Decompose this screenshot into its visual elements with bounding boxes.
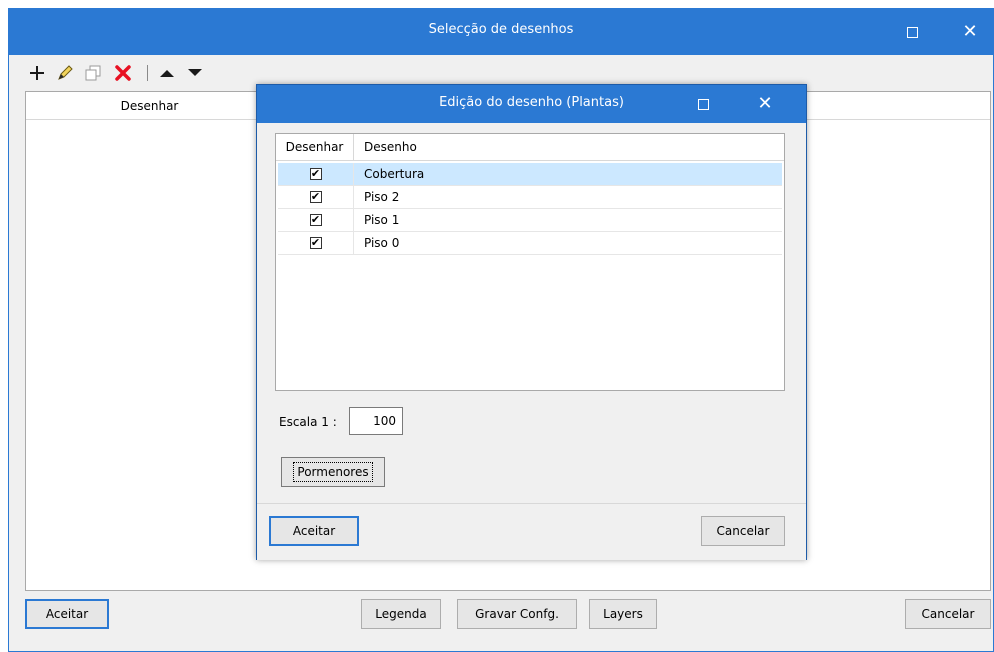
- dialog-accept-button[interactable]: Aceitar: [269, 516, 359, 546]
- dialog-close-button[interactable]: ✕: [745, 85, 785, 123]
- maximize-icon: [906, 26, 918, 38]
- draw-checkbox-cell: ✔: [278, 186, 354, 208]
- drawing-name: Piso 2: [364, 190, 400, 204]
- bottom-button-bar: Aceitar Legenda Gravar Confg. Layers Can…: [9, 599, 993, 649]
- copy-icon: [85, 65, 101, 81]
- column-header-drawing[interactable]: Desenho: [364, 134, 417, 161]
- draw-checkbox-cell: ✔: [278, 232, 354, 254]
- grid-row[interactable]: ✔ Piso 1: [278, 209, 782, 232]
- edit-drawing-dialog: Edição do desenho (Plantas) ✕ Desenhar D…: [256, 84, 807, 560]
- main-window-title: Selecção de desenhos: [428, 22, 574, 37]
- dialog-title: Edição do desenho (Plantas): [439, 95, 624, 110]
- move-down-icon: [188, 69, 202, 76]
- draw-checkbox[interactable]: ✔: [309, 191, 322, 203]
- column-header-draw[interactable]: Desenhar: [276, 134, 354, 161]
- toolbar-separator: [147, 65, 148, 81]
- draw-checkbox[interactable]: ✔: [309, 214, 322, 226]
- close-icon: ✕: [757, 93, 773, 114]
- edit-pencil-icon: [58, 65, 73, 80]
- add-icon: [30, 66, 44, 80]
- scale-input[interactable]: 100: [349, 407, 403, 435]
- close-button[interactable]: ✕: [947, 9, 993, 55]
- main-titlebar: Selecção de desenhos ✕: [9, 9, 993, 55]
- dialog-titlebar: Edição do desenho (Plantas) ✕: [257, 85, 806, 123]
- cancel-button[interactable]: Cancelar: [905, 599, 991, 629]
- save-config-button[interactable]: Gravar Confg.: [457, 599, 577, 629]
- edit-button[interactable]: [55, 63, 75, 83]
- delete-button[interactable]: [113, 63, 133, 83]
- dialog-cancel-button[interactable]: Cancelar: [701, 516, 785, 546]
- drawing-name: Piso 1: [364, 213, 400, 227]
- close-icon: ✕: [962, 21, 978, 42]
- details-button[interactable]: Pormenores: [281, 457, 385, 487]
- move-up-button[interactable]: [157, 63, 177, 83]
- details-button-label: Pormenores: [293, 462, 373, 482]
- grid-header: Desenhar Desenho: [276, 134, 784, 161]
- maximize-button[interactable]: [889, 9, 935, 55]
- layers-button[interactable]: Layers: [589, 599, 657, 629]
- drawing-name: Piso 0: [364, 236, 400, 250]
- maximize-icon: [697, 98, 709, 110]
- move-up-icon: [160, 70, 174, 77]
- add-button[interactable]: [27, 63, 47, 83]
- scale-label: Escala 1 :: [279, 415, 337, 429]
- column-header-draw[interactable]: Desenhar: [26, 92, 274, 120]
- move-down-button[interactable]: [185, 63, 205, 83]
- drawing-name: Cobertura: [364, 167, 425, 181]
- grid-row[interactable]: ✔ Cobertura: [278, 163, 782, 186]
- draw-checkbox-cell: ✔: [278, 163, 354, 185]
- legend-button[interactable]: Legenda: [361, 599, 441, 629]
- dialog-footer: Aceitar Cancelar: [257, 503, 806, 560]
- draw-checkbox[interactable]: ✔: [309, 237, 322, 249]
- dialog-maximize-button[interactable]: [683, 85, 723, 123]
- draw-checkbox-cell: ✔: [278, 209, 354, 231]
- grid-row[interactable]: ✔ Piso 2: [278, 186, 782, 209]
- accept-button[interactable]: Aceitar: [25, 599, 109, 629]
- drawings-grid[interactable]: Desenhar Desenho ✔ Cobertura ✔ Piso 2 ✔ …: [275, 133, 785, 391]
- copy-button[interactable]: [83, 63, 103, 83]
- draw-checkbox[interactable]: ✔: [309, 168, 322, 180]
- grid-row[interactable]: ✔ Piso 0: [278, 232, 782, 255]
- delete-icon: [115, 65, 131, 81]
